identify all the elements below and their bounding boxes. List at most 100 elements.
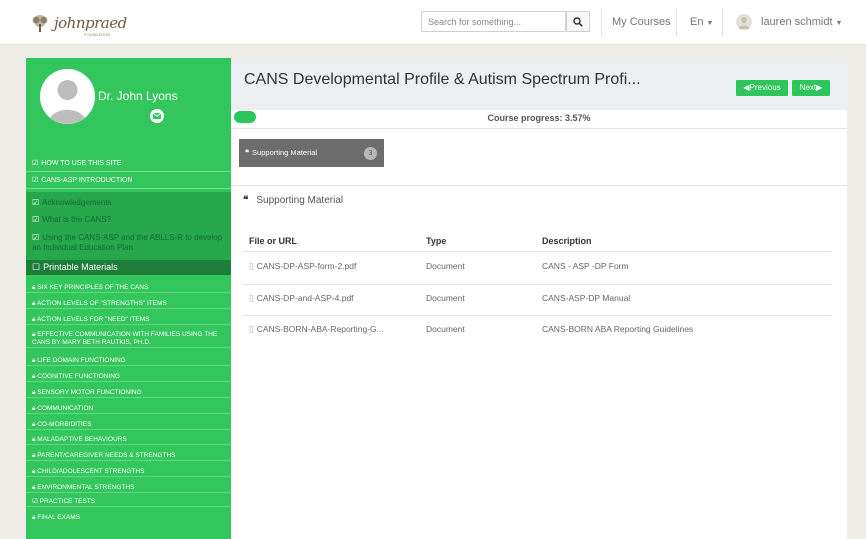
user-name: lauren schmidt (761, 16, 833, 28)
sidebar-subitem-using-cans-asp[interactable]: ☑ Using the CANS-ASP and the ABLLS-R to d… (26, 233, 226, 253)
user-avatar[interactable] (736, 14, 752, 30)
file-icon: ▯ (249, 261, 254, 271)
check-square-icon: ☑ (32, 160, 39, 167)
logo-text: johnpraed (54, 14, 127, 32)
envelope-icon (153, 113, 161, 119)
search-input[interactable] (421, 11, 566, 32)
file-type: Document (426, 293, 465, 303)
caret-down-icon: ▼ (706, 20, 714, 27)
sidebar-item-label: CO-MORBIDITIES (37, 420, 92, 428)
sidebar-item-locked[interactable]: 🔒︎ EFFECTIVE COMMUNICATION WITH FAMILIES… (26, 331, 231, 349)
title-band: CANS Developmental Profile & Autism Spec… (231, 58, 847, 110)
sidebar-item-cans-asp-introduction[interactable]: ☑ CANS-ASP INTRODUCTION (26, 173, 231, 189)
sidebar-item-locked[interactable]: 🔒︎ CO-MORBIDITIES (26, 421, 231, 430)
file-description: CANS-BORN ABA Reporting Guidelines (542, 324, 694, 334)
table-row-divider (243, 284, 831, 285)
sidebar-item-locked[interactable]: 🔒︎ MALADAPTIVE BEHAVIOURS (26, 436, 231, 446)
user-menu[interactable]: lauren schmidt ▼ (761, 16, 842, 28)
sidebar-item-label: FINAL EXAMS (37, 514, 81, 521)
section-title: Supporting Material (256, 195, 344, 206)
sidebar-item-label: COGNITIVE FUNCTIONING (37, 373, 120, 381)
sidebar-item-label: ENVIRONMENTAL STRENGTHS (37, 483, 135, 491)
previous-label: Previous (749, 83, 781, 92)
sidebar-item-locked[interactable]: 🔒︎ PARENT/CAREGIVER NEEDS & STRENGTHS (26, 452, 231, 462)
sidebar-item-label: PRACTICE TESTS (39, 498, 96, 505)
caret-right-icon: ▶ (816, 83, 823, 92)
table-row-divider (243, 315, 831, 316)
sidebar-item-locked[interactable]: 🔒︎ COGNITIVE FUNCTIONING (26, 373, 231, 383)
sidebar-item-label: ACTION LEVELS OF "STRENGTHS" ITEMS (36, 299, 167, 307)
sidebar-item-label: ACTION LEVELS FOR "NEED" ITEMS (36, 315, 150, 323)
main-content: CANS Developmental Profile & Autism Spec… (231, 58, 847, 539)
sidebar-item-locked[interactable]: 🔒︎ ENVIRONMENTAL STRENGTHS (26, 484, 231, 493)
next-button[interactable]: Next▶ (792, 80, 830, 96)
sidebar-item-label: PARENT/CAREGIVER NEEDS & STRENGTHS (37, 452, 176, 460)
sidebar-item-locked[interactable]: 🔒︎ CHILD/ADOLESCENT STRENGTHS (26, 468, 231, 477)
sidebar-subitem-printable-materials[interactable]: ☐ Printable Materials (26, 260, 231, 275)
divider (231, 185, 847, 186)
sidebar-item-locked[interactable]: 🔒︎ SENSORY MOTOR FUNCTIONING (26, 389, 231, 398)
file-icon: ▯ (249, 293, 254, 303)
file-link[interactable]: ▯ CANS-BORN-ABA-Reporting-G... (249, 324, 384, 335)
sidebar-item-locked[interactable]: 🔒︎ ACTION LEVELS OF "STRENGTHS" ITEMS (26, 300, 231, 309)
page-title: CANS Developmental Profile & Autism Spec… (244, 71, 641, 88)
sidebar-subitem-acknowledgements[interactable]: ☑ Acknowledgements (26, 198, 231, 208)
file-link[interactable]: ▯ CANS-DP-ASP-form-2.pdf (249, 261, 356, 272)
profile-avatar (40, 69, 95, 124)
sidebar-item-label: COMMUNICATION (37, 404, 94, 412)
quote-icon: ❝ (243, 195, 249, 206)
lock-icon: 🔒︎ (32, 514, 36, 521)
file-type: Document (426, 261, 465, 271)
check-square-icon: ☑ (32, 498, 38, 505)
language-label: En (690, 16, 704, 28)
square-icon: ☐ (32, 262, 41, 272)
column-header-type: Type (426, 236, 447, 246)
site-logo[interactable]: johnpraed FOUNDATION (30, 10, 127, 37)
file-type: Document (426, 324, 465, 334)
sidebar-item-locked[interactable]: 🔒︎ SIX KEY PRINCIPLES OF THE CANS (26, 284, 231, 293)
check-square-icon: ☑ (32, 198, 40, 207)
sidebar-item-label: HOW TO USE THIS SITE (41, 160, 122, 167)
check-square-icon: ☑ (32, 177, 39, 184)
tab-supporting-material[interactable]: ❝ Supporting Material (239, 139, 384, 167)
divider (601, 8, 602, 36)
search-icon (573, 16, 583, 27)
logo-tree-icon (32, 15, 48, 32)
count-badge: 3 (364, 147, 377, 160)
file-name: CANS-BORN-ABA-Reporting-G... (256, 324, 384, 334)
sidebar-item-final-exams[interactable]: 🔒︎ FINAL EXAMS (26, 514, 231, 522)
section-heading: ❝ Supporting Material (243, 195, 343, 206)
message-button[interactable] (150, 109, 164, 123)
sidebar-subitem-what-is-cans[interactable]: ☑ What is the CANS? (26, 215, 231, 225)
profile-card: Dr. John Lyons (26, 58, 231, 158)
sidebar-item-locked[interactable]: 🔒︎ COMMUNICATION (26, 405, 231, 414)
sidebar-item-label: EFFECTIVE COMMUNICATION WITH FAMILIES US… (32, 331, 218, 347)
user-icon (738, 17, 750, 29)
previous-button[interactable]: ◀Previous (736, 80, 788, 96)
column-header-file: File or URL (249, 236, 298, 246)
file-description: CANS - ASP -DP Form (542, 261, 629, 271)
file-name: CANS-DP-and-ASP-4.pdf (256, 293, 354, 303)
sidebar-item-label: MALADAPTIVE BEHAVIOURS (37, 436, 127, 444)
sidebar-item-label: LIFE DOMAIN FUNCTIONING (37, 357, 126, 365)
sidebar-item-locked[interactable]: 🔒︎ ACTION LEVELS FOR "NEED" ITEMS (26, 316, 231, 325)
quote-icon: ❝ (245, 148, 250, 157)
sidebar-item-label: SENSORY MOTOR FUNCTIONING (37, 389, 142, 396)
language-dropdown[interactable]: En ▼ (690, 16, 713, 28)
sidebar: Dr. John Lyons ☑ HOW TO USE THIS SITE ☑ CA… (26, 58, 231, 539)
search-button[interactable] (566, 11, 590, 32)
sidebar-item-label: Printable Materials (43, 262, 118, 272)
check-square-icon: ☑ (32, 233, 40, 242)
file-name: CANS-DP-ASP-form-2.pdf (256, 261, 357, 271)
file-link[interactable]: ▯ CANS-DP-and-ASP-4.pdf (249, 293, 354, 304)
sidebar-item-locked[interactable]: 🔒︎ LIFE DOMAIN FUNCTIONING (26, 357, 231, 367)
sidebar-item-how-to-use[interactable]: ☑ HOW TO USE THIS SITE (26, 156, 231, 172)
column-header-description: Description (542, 236, 592, 246)
tab-label: Supporting Material (252, 148, 318, 157)
sidebar-item-practice-tests[interactable]: ☑ PRACTICE TESTS (26, 498, 231, 507)
caret-down-icon: ▼ (835, 20, 843, 27)
my-courses-link[interactable]: My Courses (612, 16, 671, 28)
sidebar-item-label: CANS-ASP INTRODUCTION (41, 177, 133, 184)
sidebar-item-label: SIX KEY PRINCIPLES OF THE CANS (37, 284, 149, 291)
top-navbar: johnpraed FOUNDATION My Courses En▼ laur… (0, 0, 866, 45)
